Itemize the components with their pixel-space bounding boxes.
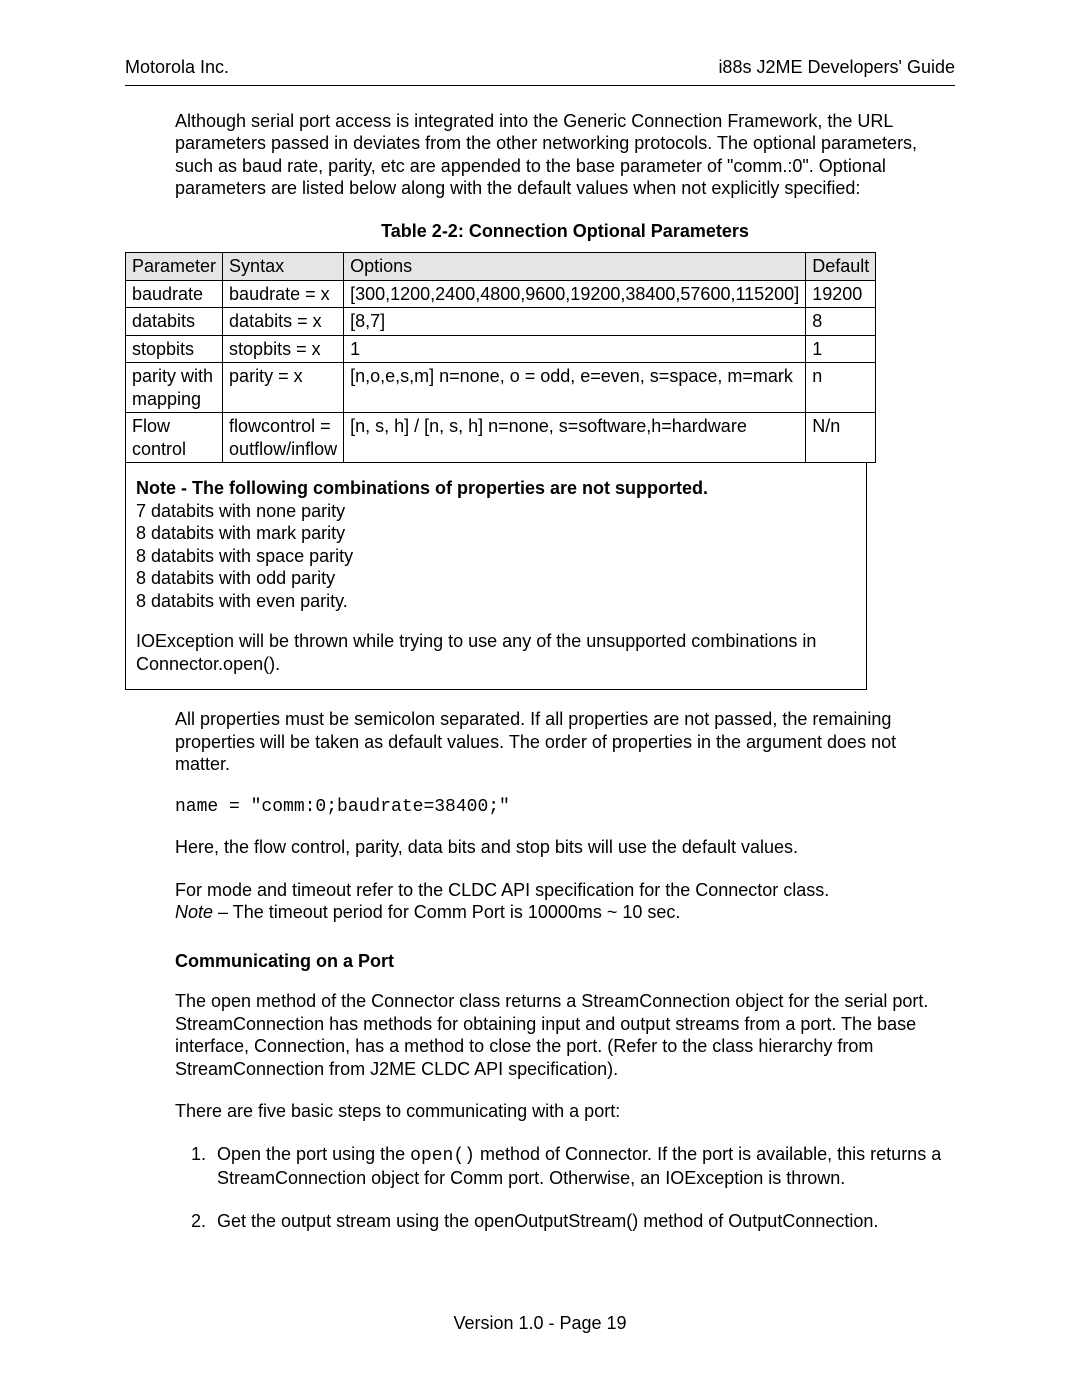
cell-param: baudrate <box>126 280 223 308</box>
cell-param: Flow control <box>126 413 223 463</box>
step-1-code: open() <box>410 1146 475 1166</box>
document-page: Motorola Inc. i88s J2ME Developers' Guid… <box>0 0 1080 1397</box>
table-row: Flow control flowcontrol = outflow/inflo… <box>126 413 876 463</box>
cell-options: [n, s, h] / [n, s, h] n=none, s=software… <box>344 413 806 463</box>
col-options: Options <box>344 253 806 281</box>
section-heading-communicating: Communicating on a Port <box>175 950 955 973</box>
cell-param: parity with mapping <box>126 363 223 413</box>
page-footer: Version 1.0 - Page 19 <box>125 1312 955 1335</box>
note-title: Note - The following combinations of pro… <box>136 478 708 498</box>
col-parameter: Parameter <box>126 253 223 281</box>
cell-param: stopbits <box>126 335 223 363</box>
mode-timeout-paragraph: For mode and timeout refer to the CLDC A… <box>175 879 955 924</box>
cell-param: databits <box>126 308 223 336</box>
steps-list: Open the port using the open() method of… <box>211 1143 955 1233</box>
note-italic: Note <box>175 902 213 922</box>
cell-syntax: stopbits = x <box>223 335 344 363</box>
cell-default: 8 <box>806 308 876 336</box>
note-line: 8 databits with odd parity <box>136 567 856 590</box>
code-example: name = "comm:0;baudrate=38400;" <box>175 796 955 819</box>
note-line: 7 databits with none parity <box>136 500 856 523</box>
note-exception: IOException will be thrown while trying … <box>136 630 856 675</box>
note-line: 8 databits with mark parity <box>136 522 856 545</box>
cell-syntax: databits = x <box>223 308 344 336</box>
header-right: i88s J2ME Developers' Guide <box>718 56 955 79</box>
table-row: parity with mapping parity = x [n,o,e,s,… <box>126 363 876 413</box>
cell-default: 1 <box>806 335 876 363</box>
page-header: Motorola Inc. i88s J2ME Developers' Guid… <box>125 56 955 79</box>
cell-default: 19200 <box>806 280 876 308</box>
intro-paragraph: Although serial port access is integrate… <box>175 110 955 200</box>
table-caption: Table 2-2: Connection Optional Parameter… <box>175 220 955 243</box>
step-1-text-a: Open the port using the <box>217 1144 410 1164</box>
step-1: Open the port using the open() method of… <box>211 1143 955 1190</box>
cell-syntax: parity = x <box>223 363 344 413</box>
communicating-description: The open method of the Connector class r… <box>175 990 955 1080</box>
note-line: 8 databits with space parity <box>136 545 856 568</box>
table-row: baudrate baudrate = x [300,1200,2400,480… <box>126 280 876 308</box>
mode-line: For mode and timeout refer to the CLDC A… <box>175 880 829 900</box>
note-rest: – The timeout period for Comm Port is 10… <box>213 902 680 922</box>
cell-syntax: baudrate = x <box>223 280 344 308</box>
cell-options: [300,1200,2400,4800,9600,19200,38400,576… <box>344 280 806 308</box>
table-row: databits databits = x [8,7] 8 <box>126 308 876 336</box>
five-steps-intro: There are five basic steps to communicat… <box>175 1100 955 1123</box>
cell-options: 1 <box>344 335 806 363</box>
note-line: 8 databits with even parity. <box>136 590 856 613</box>
cell-syntax: flowcontrol = outflow/inflow <box>223 413 344 463</box>
table-row: stopbits stopbits = x 1 1 <box>126 335 876 363</box>
parameters-table: Parameter Syntax Options Default baudrat… <box>125 252 876 463</box>
step-2: Get the output stream using the openOutp… <box>211 1210 955 1233</box>
cell-options: [n,o,e,s,m] n=none, o = odd, e=even, s=s… <box>344 363 806 413</box>
cell-options: [8,7] <box>344 308 806 336</box>
col-default: Default <box>806 253 876 281</box>
after-code-paragraph: Here, the flow control, parity, data bit… <box>175 836 955 859</box>
after-table-paragraph: All properties must be semicolon separat… <box>175 708 955 776</box>
cell-default: N/n <box>806 413 876 463</box>
note-box: Note - The following combinations of pro… <box>125 463 867 690</box>
col-syntax: Syntax <box>223 253 344 281</box>
cell-default: n <box>806 363 876 413</box>
table-header-row: Parameter Syntax Options Default <box>126 253 876 281</box>
header-left: Motorola Inc. <box>125 56 229 79</box>
header-rule <box>125 85 955 86</box>
